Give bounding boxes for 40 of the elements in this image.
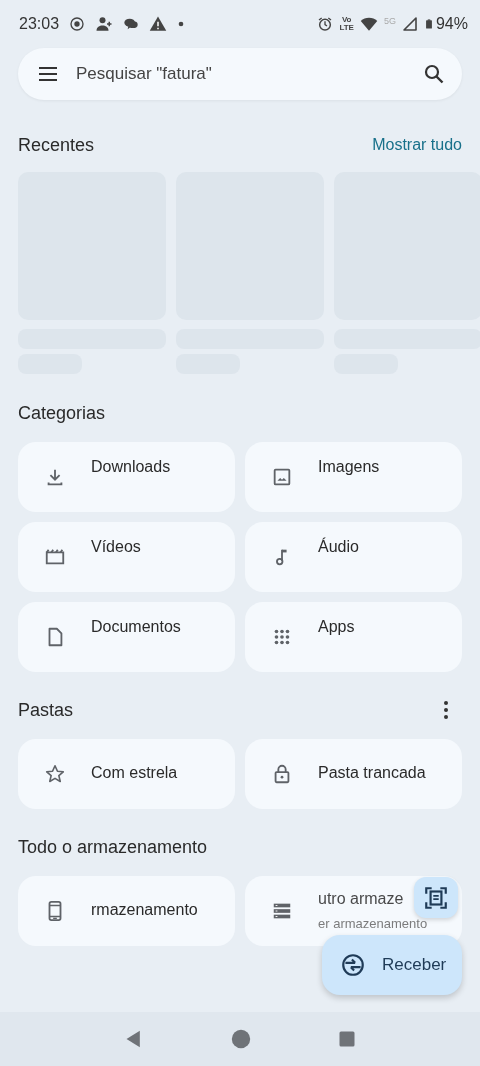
record-icon xyxy=(69,16,86,32)
category-tile[interactable]: Áudio xyxy=(245,522,462,592)
home-circle-icon xyxy=(231,1029,251,1049)
document-scan-icon xyxy=(423,884,449,911)
section-title: Recentes xyxy=(18,134,95,156)
category-tile[interactable]: Documentos xyxy=(18,602,235,672)
volte-label: Vo xyxy=(341,16,352,24)
dot-icon xyxy=(177,20,186,28)
section-title: Pastas xyxy=(18,699,74,721)
alarm-icon xyxy=(317,16,334,32)
search-bar[interactable]: Pesquisar "fatura" xyxy=(18,48,462,100)
folder-tile[interactable]: Com estrela xyxy=(18,739,235,809)
search-icon xyxy=(422,62,446,86)
scan-button[interactable] xyxy=(414,877,458,918)
star-icon xyxy=(44,763,66,785)
receive-button[interactable]: Receber xyxy=(322,935,462,995)
person-add-icon xyxy=(95,15,114,33)
lte-label: LTE xyxy=(339,24,354,32)
storage-tile[interactable]: rmazenamento xyxy=(18,876,235,946)
category-tile[interactable]: Downloads xyxy=(18,442,235,512)
more-vert-icon xyxy=(444,701,448,719)
network-label: 5G xyxy=(383,16,396,26)
search-field[interactable]: Pesquisar "fatura" xyxy=(74,63,408,85)
signal-icon xyxy=(401,16,418,32)
tile-subtitle: er armazenamento xyxy=(318,916,428,931)
category-tile[interactable]: Vídeos xyxy=(18,522,235,592)
category-tile[interactable]: Apps xyxy=(245,602,462,672)
folder-tile[interactable]: Pasta trancada xyxy=(245,739,462,809)
square-icon xyxy=(338,1030,357,1048)
section-title: Todo o armazenamento xyxy=(18,836,208,858)
battery-percent: 94% xyxy=(435,15,468,33)
warning-icon xyxy=(149,15,168,33)
section-title: Categorias xyxy=(18,402,106,424)
wifi-icon xyxy=(359,15,378,33)
category-tile[interactable]: Imagens xyxy=(245,442,462,512)
image-icon xyxy=(271,466,293,488)
chat-bubbles-icon xyxy=(123,16,140,32)
clock-time: 23:03 xyxy=(19,15,60,33)
swap-circle-icon xyxy=(340,952,366,978)
show-all-link[interactable]: Mostrar tudo xyxy=(372,136,462,154)
